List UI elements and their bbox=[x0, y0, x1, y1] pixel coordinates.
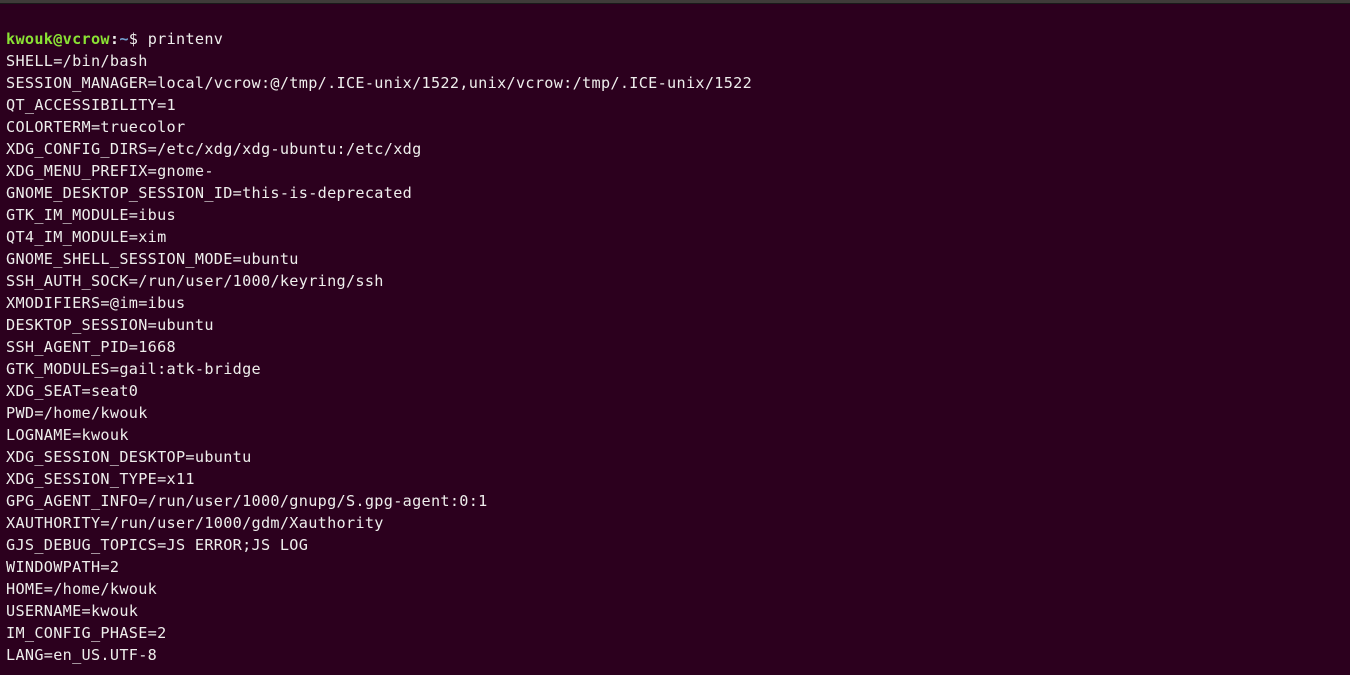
output-line: XDG_SESSION_DESKTOP=ubuntu bbox=[6, 446, 1344, 468]
prompt-line: kwouk@vcrow:~$ printenv bbox=[6, 28, 1344, 50]
output-line: XDG_SESSION_TYPE=x11 bbox=[6, 468, 1344, 490]
command-output: SHELL=/bin/bashSESSION_MANAGER=local/vcr… bbox=[6, 50, 1344, 666]
output-line: GJS_DEBUG_TOPICS=JS ERROR;JS LOG bbox=[6, 534, 1344, 556]
prompt-cwd: ~ bbox=[119, 30, 128, 48]
output-line: GTK_MODULES=gail:atk-bridge bbox=[6, 358, 1344, 380]
output-line: XMODIFIERS=@im=ibus bbox=[6, 292, 1344, 314]
output-line: XAUTHORITY=/run/user/1000/gdm/Xauthority bbox=[6, 512, 1344, 534]
output-line: GNOME_SHELL_SESSION_MODE=ubuntu bbox=[6, 248, 1344, 270]
output-line: USERNAME=kwouk bbox=[6, 600, 1344, 622]
output-line: XDG_MENU_PREFIX=gnome- bbox=[6, 160, 1344, 182]
output-line: SHELL=/bin/bash bbox=[6, 50, 1344, 72]
output-line: IM_CONFIG_PHASE=2 bbox=[6, 622, 1344, 644]
output-line: GNOME_DESKTOP_SESSION_ID=this-is-depreca… bbox=[6, 182, 1344, 204]
output-line: HOME=/home/kwouk bbox=[6, 578, 1344, 600]
output-line: GPG_AGENT_INFO=/run/user/1000/gnupg/S.gp… bbox=[6, 490, 1344, 512]
output-line: GTK_IM_MODULE=ibus bbox=[6, 204, 1344, 226]
output-line: XDG_SEAT=seat0 bbox=[6, 380, 1344, 402]
output-line: QT_ACCESSIBILITY=1 bbox=[6, 94, 1344, 116]
output-line: DESKTOP_SESSION=ubuntu bbox=[6, 314, 1344, 336]
output-line: SSH_AUTH_SOCK=/run/user/1000/keyring/ssh bbox=[6, 270, 1344, 292]
output-line: SESSION_MANAGER=local/vcrow:@/tmp/.ICE-u… bbox=[6, 72, 1344, 94]
prompt-user-host: kwouk@vcrow bbox=[6, 30, 110, 48]
prompt-dollar: $ bbox=[129, 30, 148, 48]
output-line: QT4_IM_MODULE=xim bbox=[6, 226, 1344, 248]
output-line: COLORTERM=truecolor bbox=[6, 116, 1344, 138]
entered-command: printenv bbox=[148, 30, 224, 48]
output-line: LANG=en_US.UTF-8 bbox=[6, 644, 1344, 666]
terminal-viewport[interactable]: kwouk@vcrow:~$ printenvSHELL=/bin/bashSE… bbox=[0, 4, 1350, 675]
output-line: SSH_AGENT_PID=1668 bbox=[6, 336, 1344, 358]
output-line: WINDOWPATH=2 bbox=[6, 556, 1344, 578]
output-line: PWD=/home/kwouk bbox=[6, 402, 1344, 424]
output-line: LOGNAME=kwouk bbox=[6, 424, 1344, 446]
prompt-separator: : bbox=[110, 30, 119, 48]
output-line: XDG_CONFIG_DIRS=/etc/xdg/xdg-ubuntu:/etc… bbox=[6, 138, 1344, 160]
